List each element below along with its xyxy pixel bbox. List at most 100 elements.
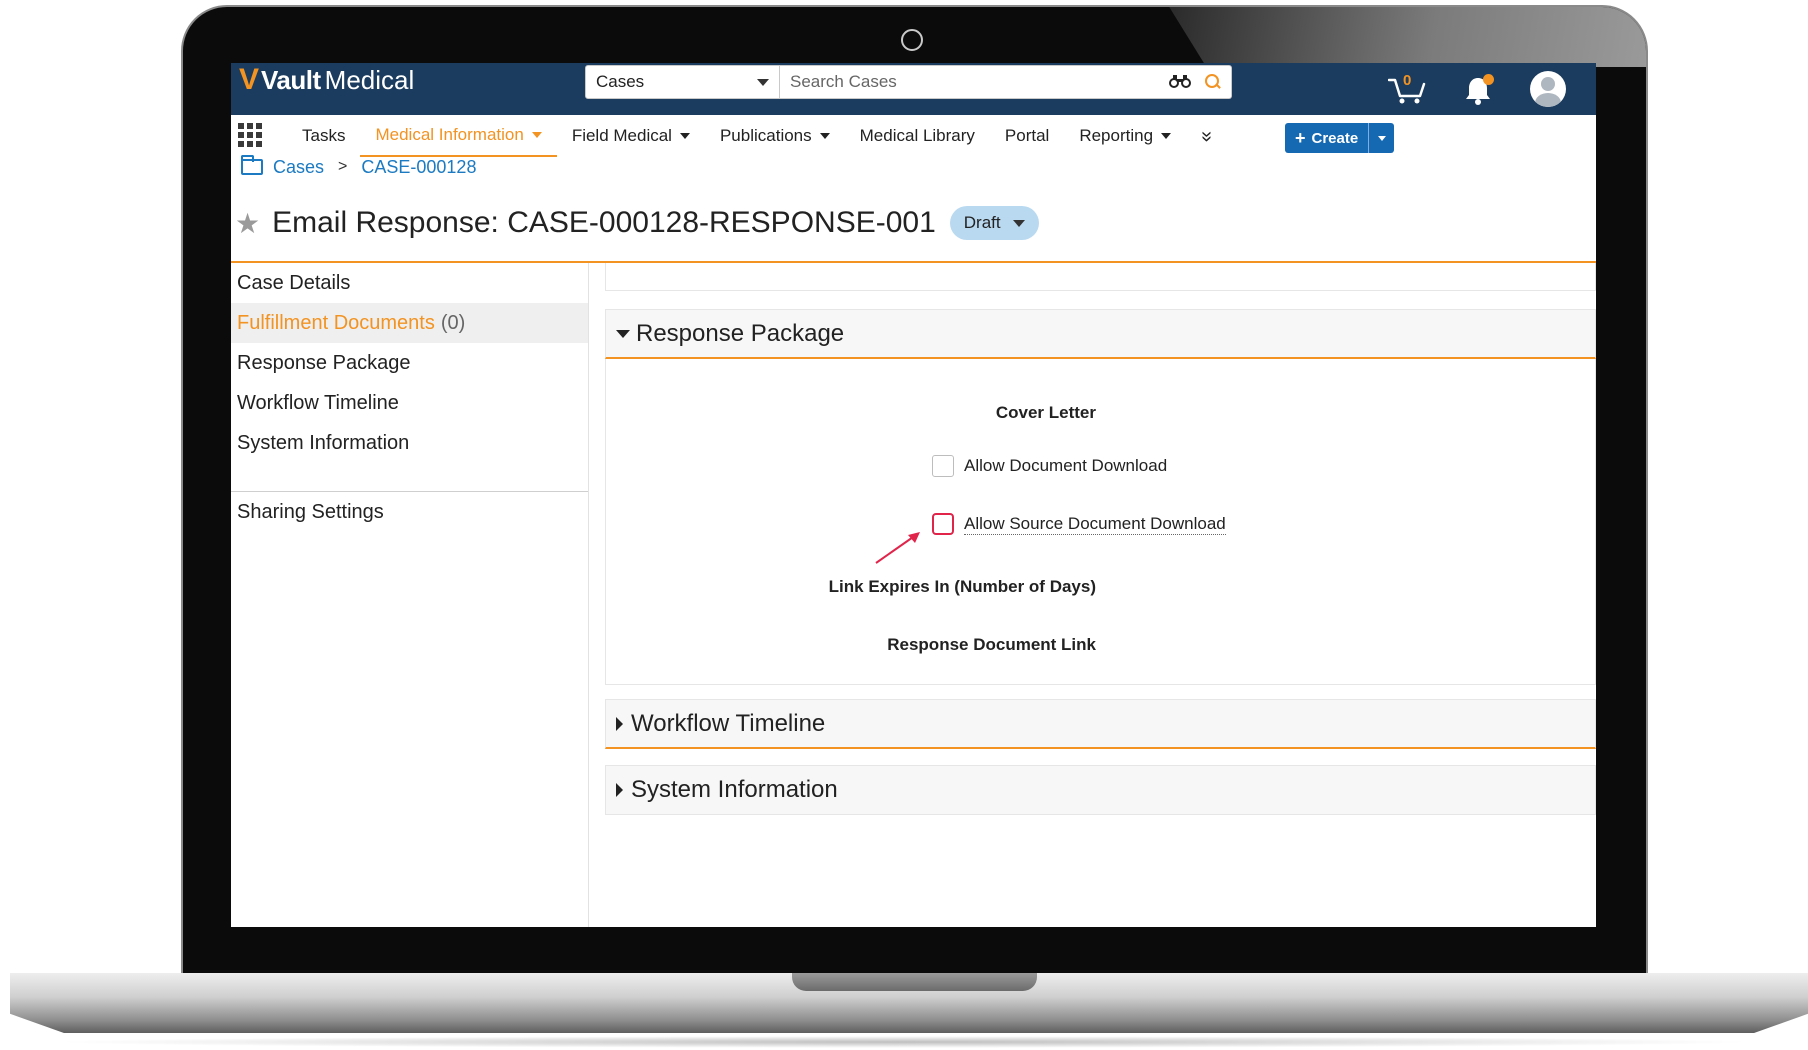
chevron-down-icon (757, 78, 769, 86)
create-button-group: + Create (1285, 123, 1395, 153)
allow-source-download-label: Allow Source Document Download (964, 513, 1226, 535)
app-screen: V Vault Medical Cases 0 (231, 63, 1596, 927)
response-document-link-label: Response Document Link (887, 635, 1096, 654)
bezel-glare (1168, 7, 1646, 67)
top-icons: 0 (1388, 63, 1566, 115)
allow-document-download-label: Allow Document Download (964, 456, 1168, 475)
laptop-notch (792, 973, 1037, 991)
sidebar-item-label: Case Details (237, 271, 351, 294)
section-header-workflow-timeline[interactable]: Workflow Timeline (605, 699, 1596, 749)
search-bar: Cases (585, 65, 1232, 99)
section-header-system-information[interactable]: System Information (605, 765, 1596, 815)
create-menu-button[interactable] (1369, 123, 1395, 153)
sidebar-item-fulfillment-documents[interactable]: Fulfillment Documents (0) (231, 303, 588, 343)
response-package-body: Cover Letter Allow Document Download All… (605, 359, 1596, 685)
sidebar-item-label: Response Package (237, 351, 411, 374)
section-title: Response Package (636, 319, 845, 347)
chevron-down-icon (679, 133, 690, 139)
top-bar: V Vault Medical Cases 0 (231, 63, 1596, 115)
nav-label: Portal (1004, 126, 1050, 145)
caret-right-icon (616, 716, 623, 731)
search-icon[interactable] (1205, 74, 1221, 90)
nav-field-medical[interactable]: Field Medical (557, 115, 705, 157)
app-grid-icon[interactable] (238, 123, 262, 147)
chevron-down-icon (1012, 219, 1025, 227)
double-chevron-icon: » (1196, 130, 1219, 142)
logo-word-medical: Medical (324, 64, 415, 95)
notifications-button[interactable] (1464, 72, 1494, 106)
status-dropdown[interactable]: Draft (949, 206, 1039, 240)
nav-label: Field Medical (571, 126, 672, 145)
sidebar-item-system-information[interactable]: System Information (231, 423, 588, 463)
notification-dot (1483, 74, 1494, 85)
chevron-down-icon (1377, 135, 1386, 141)
nav-publications[interactable]: Publications (705, 115, 845, 157)
sidebar-item-label: Workflow Timeline (237, 391, 399, 414)
nav-items: Tasks Medical Information Field Medical … (287, 115, 1227, 157)
chevron-right-icon: > (338, 158, 348, 175)
allow-document-download-checkbox[interactable] (932, 455, 954, 477)
sidebar-item-case-details[interactable]: Case Details (231, 263, 588, 303)
breadcrumb-root-link[interactable]: Cases (273, 157, 324, 178)
caret-down-icon (616, 329, 630, 338)
search-scope-select[interactable]: Cases (585, 65, 780, 99)
binoculars-icon[interactable] (1169, 72, 1191, 93)
star-icon[interactable]: ★ (235, 207, 260, 240)
page-title: Email Response: CASE-000128-RESPONSE-001 (272, 206, 936, 239)
nav-label: Reporting (1079, 126, 1154, 145)
sidebar-item-label: System Information (237, 431, 410, 454)
cover-letter-label: Cover Letter (995, 403, 1096, 422)
camera-icon (901, 29, 923, 51)
cart-button[interactable]: 0 (1388, 72, 1428, 106)
allow-document-download-row: Allow Document Download (932, 455, 1167, 477)
laptop-shadow (50, 1036, 1758, 1048)
status-label: Draft (963, 213, 1001, 232)
cart-icon (1388, 78, 1426, 104)
create-button[interactable]: + Create (1285, 123, 1370, 153)
main-nav: Tasks Medical Information Field Medical … (231, 115, 1596, 157)
sidebar-item-sharing-settings[interactable]: Sharing Settings (231, 492, 588, 532)
caret-right-icon (616, 783, 623, 797)
section-title: System Information (631, 776, 838, 803)
link-expires-label: Link Expires In (Number of Days) (828, 577, 1096, 596)
sidebar-item-response-package[interactable]: Response Package (231, 343, 588, 383)
nav-label: Medical Information (375, 125, 524, 144)
search-scope-value: Cases (596, 72, 645, 91)
sidebar-item-workflow-timeline[interactable]: Workflow Timeline (231, 383, 588, 423)
chevron-down-icon (819, 133, 830, 139)
allow-source-download-row: Allow Source Document Download (932, 513, 1226, 535)
nav-medical-information[interactable]: Medical Information (360, 115, 557, 157)
logo-mark: V (239, 63, 260, 96)
main-content: Response Package Cover Letter Allow Docu… (605, 263, 1596, 927)
search-field (780, 65, 1232, 99)
logo-word-vault: Vault (261, 64, 321, 95)
section-header-response-package[interactable]: Response Package (605, 309, 1596, 359)
more-nav-icon[interactable]: » (1186, 115, 1227, 157)
sidebar-item-label: Sharing Settings (237, 500, 384, 523)
nav-tasks[interactable]: Tasks (287, 115, 360, 157)
nav-label: Publications (719, 126, 812, 145)
vault-medical-logo[interactable]: V Vault Medical (239, 65, 414, 95)
create-label: Create (1311, 129, 1359, 147)
chevron-down-icon (531, 132, 542, 138)
chevron-down-icon (1161, 133, 1172, 139)
allow-source-download-checkbox[interactable] (932, 513, 954, 535)
sidebar-item-count: (0) (440, 311, 466, 334)
search-input[interactable] (790, 72, 1169, 92)
breadcrumb: Cases > CASE-000128 (241, 155, 476, 179)
section-title: Workflow Timeline (631, 709, 826, 737)
nav-label: Tasks (302, 126, 346, 145)
folder-icon (241, 155, 263, 175)
nav-reporting[interactable]: Reporting (1064, 115, 1186, 157)
user-avatar[interactable] (1530, 71, 1566, 107)
annotation-arrow-icon (875, 532, 920, 564)
breadcrumb-current-link[interactable]: CASE-000128 (361, 157, 476, 178)
nav-medical-library[interactable]: Medical Library (845, 115, 990, 157)
plus-icon: + (1295, 127, 1306, 148)
nav-label: Medical Library (859, 126, 975, 145)
title-row: ★ Email Response: CASE-000128-RESPONSE-0… (235, 203, 1039, 243)
section-sidebar: Case Details Fulfillment Documents (0) Re… (231, 263, 589, 927)
sidebar-item-label: Fulfillment Documents (237, 311, 435, 334)
previous-section-end (605, 263, 1596, 291)
nav-portal[interactable]: Portal (990, 115, 1064, 157)
